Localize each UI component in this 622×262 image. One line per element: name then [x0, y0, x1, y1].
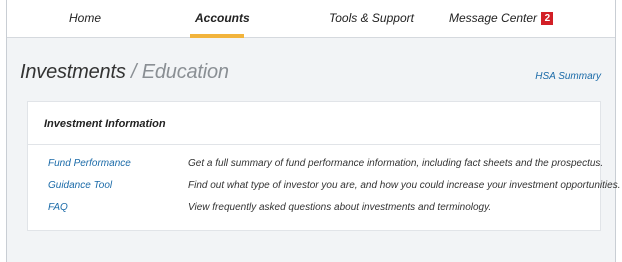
faq-description: View frequently asked questions about in… — [188, 202, 492, 213]
top-navigation: Home Accounts Tools & Support Message Ce… — [7, 0, 615, 38]
list-item: Guidance Tool Find out what type of inve… — [28, 180, 620, 196]
fund-performance-description: Get a full summary of fund performance i… — [188, 158, 604, 169]
fund-performance-link[interactable]: Fund Performance — [48, 158, 131, 169]
page-title-main: Investments — [20, 61, 126, 83]
page-title-separator: / — [130, 61, 137, 83]
app-frame: Home Accounts Tools & Support Message Ce… — [6, 0, 620, 262]
message-count-badge: 2 — [541, 12, 554, 25]
guidance-tool-link[interactable]: Guidance Tool — [48, 180, 112, 191]
nav-message-center[interactable]: Message Center 2 — [449, 11, 554, 25]
card-divider — [28, 144, 600, 145]
nav-accounts[interactable]: Accounts — [195, 11, 250, 25]
card-title: Investment Information — [44, 118, 166, 130]
nav-tools-support[interactable]: Tools & Support — [329, 11, 414, 25]
investment-information-card: Investment Information Fund Performance … — [27, 101, 620, 231]
nav-message-center-label: Message Center — [449, 11, 538, 25]
nav-home[interactable]: Home — [69, 11, 101, 25]
page-title-subtitle: Education — [141, 61, 229, 83]
list-item: FAQ View frequently asked questions abou… — [28, 202, 600, 218]
page-title: Investments / Education — [20, 61, 229, 84]
faq-link[interactable]: FAQ — [48, 202, 68, 213]
guidance-tool-description: Find out what type of investor you are, … — [188, 180, 621, 191]
list-item: Fund Performance Get a full summary of f… — [28, 158, 604, 174]
hsa-summary-link[interactable]: HSA Summary — [535, 71, 601, 82]
active-tab-indicator — [190, 34, 244, 38]
